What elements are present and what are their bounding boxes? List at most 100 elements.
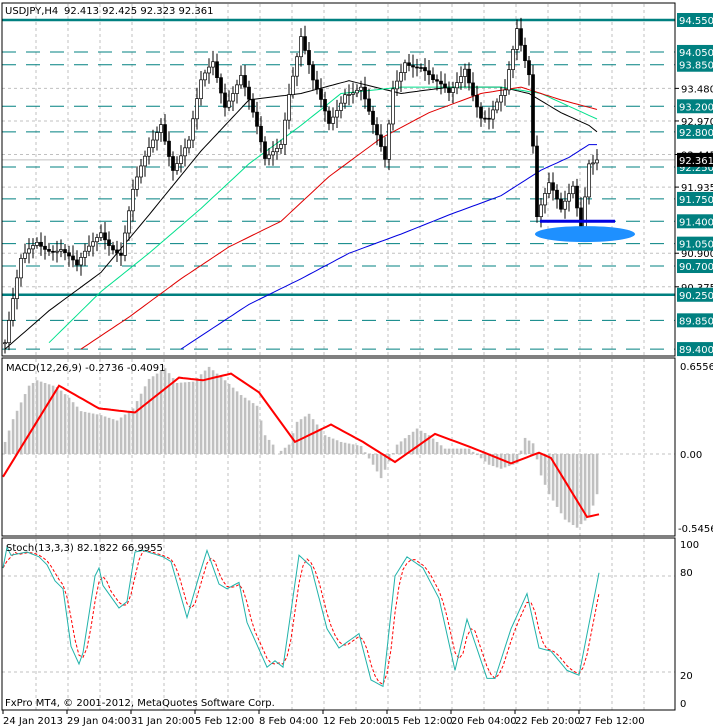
macd-histogram-bar: [103, 416, 107, 454]
stoch-pane[interactable]: [1, 537, 676, 711]
candle-body: [43, 245, 47, 250]
macd-histogram-bar: [35, 380, 39, 454]
candle-body: [107, 239, 111, 246]
macd-histogram-bar: [527, 440, 531, 454]
candle-body: [75, 259, 79, 266]
price-pane[interactable]: [1, 2, 676, 357]
macd-histogram-bar: [31, 382, 35, 454]
macd-histogram-bar: [439, 445, 443, 454]
stoch-axis-100: 100: [680, 540, 699, 551]
macd-histogram-bar: [471, 451, 475, 454]
macd-histogram-bar: [359, 445, 363, 454]
candle-body: [299, 36, 303, 58]
macd-histogram-bar: [375, 454, 379, 472]
candle-body: [467, 68, 471, 84]
candle-body: [583, 196, 587, 229]
candle-body: [39, 241, 43, 247]
macd-histogram-bar: [303, 416, 307, 454]
macd-histogram-bar: [543, 454, 547, 485]
candle-body: [503, 89, 507, 96]
date-axis-label: 31 Jan 20:00: [131, 716, 194, 727]
macd-histogram-bar: [67, 397, 71, 454]
candle-body: [403, 62, 407, 73]
candle-body: [255, 111, 259, 127]
price-axis-label: 93.480: [681, 84, 713, 95]
macd-histogram-bar: [395, 444, 399, 454]
candle-body: [279, 144, 283, 149]
macd-histogram-bar: [215, 373, 219, 454]
stoch-axis-20: 20: [680, 671, 693, 682]
macd-histogram-bar: [255, 405, 259, 454]
date-axis-label: 20 Feb 04:00: [451, 716, 517, 727]
macd-histogram-bar: [591, 454, 595, 506]
candle-body: [27, 248, 31, 254]
macd-histogram-bar: [371, 454, 375, 465]
macd-histogram-bar: [211, 370, 215, 454]
date-axis-label: 8 Feb 04:00: [259, 716, 318, 727]
date-axis-label: 22 Feb 20:00: [515, 716, 581, 727]
candle-body: [411, 65, 415, 68]
candle-body: [463, 68, 467, 77]
copyright-text: FxPro MT4, © 2001-2012, MetaQuotes Softw…: [5, 698, 275, 709]
macd-histogram-bar: [283, 447, 287, 454]
macd-histogram-bar: [231, 387, 235, 454]
candle-body: [347, 94, 351, 96]
candle-body: [263, 141, 267, 159]
candle-body: [379, 134, 383, 147]
candle-body: [167, 140, 171, 157]
macd-histogram-bar: [315, 424, 319, 454]
candle-body: [35, 241, 39, 246]
candle-body: [71, 255, 75, 261]
candle-body: [187, 139, 191, 149]
macd-histogram-bar: [219, 376, 223, 454]
macd-histogram-bar: [335, 440, 339, 454]
candle-body: [127, 210, 131, 234]
macd-histogram-bar: [151, 376, 155, 454]
candle-body: [471, 82, 475, 96]
candle-body: [351, 92, 355, 95]
candle-body: [427, 70, 431, 76]
macd-histogram-bar: [355, 445, 359, 454]
macd-histogram-bar: [119, 417, 123, 454]
macd-histogram-bar: [351, 444, 355, 454]
candle-body: [303, 36, 307, 51]
macd-axis-max: 0.6556: [680, 362, 713, 373]
candle-body: [175, 163, 179, 171]
candle-body: [319, 88, 323, 100]
candle-body: [575, 185, 579, 209]
candle-body: [511, 49, 515, 70]
macd-histogram-bar: [175, 382, 179, 454]
macd-histogram-bar: [459, 448, 463, 454]
grid-lines: [2, 4, 675, 710]
ma-long-line: [180, 144, 597, 350]
candle-body: [295, 56, 299, 77]
macd-histogram-bar: [143, 386, 147, 454]
level-label: 90.250: [679, 291, 713, 302]
candle-body: [307, 50, 311, 66]
candle-body: [231, 93, 235, 102]
candle-body: [343, 94, 347, 104]
level-label: 91.750: [679, 195, 713, 206]
candle-body: [147, 147, 151, 157]
mt4-chart-window[interactable]: USDJPY,H4 92.413 92.425 92.323 92.361 MA…: [0, 0, 713, 728]
level-label: 90.700: [679, 262, 713, 273]
candle-body: [7, 320, 11, 344]
macd-histogram-bar: [523, 437, 527, 454]
macd-histogram-bar: [15, 410, 19, 454]
candle-body: [223, 92, 227, 108]
date-axis-label: 29 Jan 04:00: [67, 716, 130, 727]
candle-body: [171, 156, 175, 171]
macd-histogram-bar: [227, 383, 231, 454]
stoch-title: Stoch(13,3,3) 82.1822 66.9955: [6, 543, 163, 554]
candle-body: [339, 102, 343, 111]
candle-body: [475, 95, 479, 108]
macd-histogram-bar: [415, 428, 419, 454]
macd-histogram-bar: [271, 444, 275, 454]
macd-histogram-bar: [343, 442, 347, 454]
horizontal-levels: [2, 18, 675, 350]
level-label: 94.050: [679, 48, 713, 59]
candle-body: [399, 72, 403, 82]
macd-histogram-bar: [107, 417, 111, 454]
candle-body: [423, 67, 427, 72]
level-label: 89.850: [679, 316, 713, 327]
